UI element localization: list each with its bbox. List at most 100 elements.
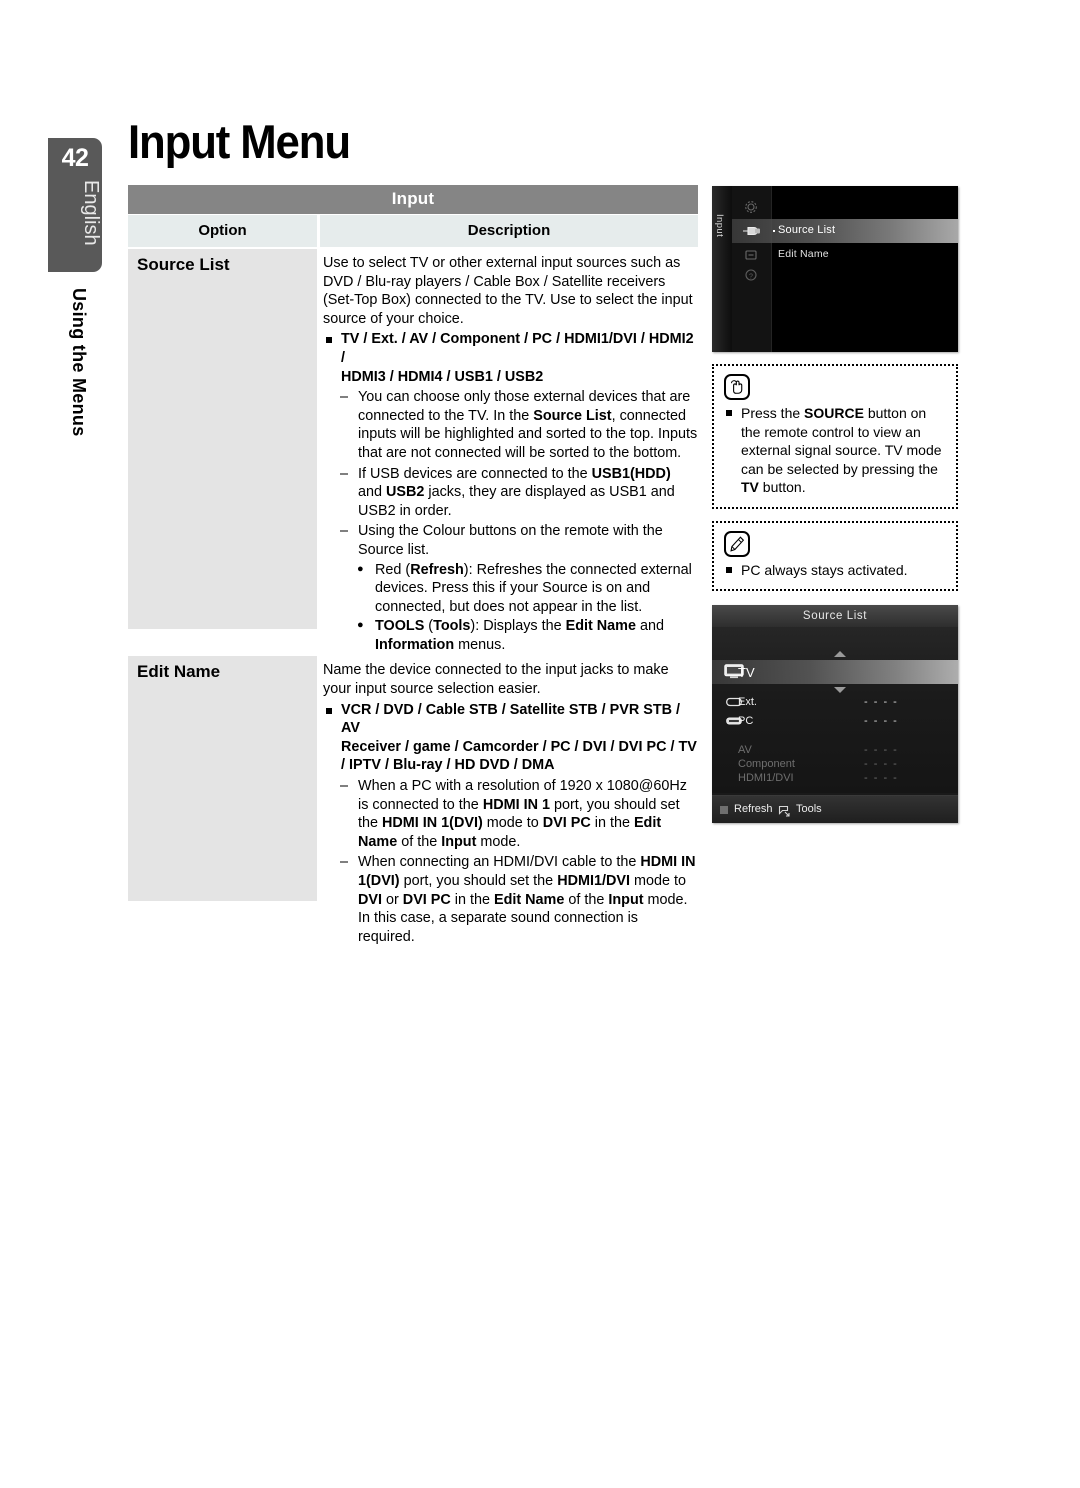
desc-dot-item: Red (Refresh): Refreshes the connected e…: [323, 560, 698, 617]
osd-input-menu-screenshot: Input ? Source List Edit Name: [712, 186, 958, 352]
desc-intro: Use to select TV or other external input…: [323, 255, 693, 327]
r2dash2-g: or: [382, 891, 403, 908]
table-header-row: Option Description: [128, 215, 698, 247]
r2dash1-d: HDMI IN 1(DVI): [382, 815, 483, 832]
question-icon: ?: [740, 266, 762, 284]
r2dash2-h: DVI PC: [402, 891, 451, 908]
r2dash2-f: DVI: [358, 891, 382, 908]
dot2-a: TOOLS: [375, 618, 425, 635]
chevron-up-icon[interactable]: [834, 651, 846, 657]
r2dash2-d: HDMI1/DVI: [557, 873, 630, 889]
square-line-2: HDMI3 / HDMI4 / USB1 / USB2: [341, 368, 544, 385]
table-title: Input: [128, 185, 698, 214]
osd-highlight-bar: [732, 219, 958, 243]
dash2-d: USB2: [386, 484, 425, 501]
dot2-c: Tools: [433, 618, 471, 635]
square-line-2: Receiver / game / Camcorder / PC / DVI /…: [341, 738, 697, 755]
osd-source-list-screenshot: Source List TV Ext. - - - - PC - - - - A…: [712, 605, 958, 823]
svg-text:?: ?: [749, 274, 753, 281]
dot1-a: Red (: [375, 561, 411, 578]
osd2-title: Source List: [712, 605, 958, 627]
page-side-tab: 42 English: [48, 138, 102, 272]
dot1-b: Refresh: [410, 561, 464, 578]
dot2-e: Edit Name: [565, 618, 636, 635]
osd-left-rail: [712, 186, 732, 352]
osd2-row-label[interactable]: PC: [738, 715, 753, 727]
note-box-source-button: Press the SOURCE button on the remote co…: [712, 364, 958, 509]
r2dash2-c: port, you should set the: [399, 873, 558, 889]
dash2-a: If USB devices are connected to the: [358, 465, 592, 482]
header-option: Option: [128, 215, 317, 247]
chevron-down-icon[interactable]: [834, 687, 846, 693]
osd-vertical-label: Input: [714, 214, 725, 238]
header-description: Description: [320, 215, 698, 247]
dash1-b: Source List: [533, 407, 612, 424]
osd2-row-value: - - - -: [864, 696, 899, 708]
desc-dot-item: TOOLS (Tools): Displays the Edit Name an…: [323, 616, 698, 654]
desc-dash-item: If USB devices are connected to the USB1…: [323, 465, 698, 521]
osd2-row-value: - - - -: [864, 744, 899, 756]
manual-page: 42 English Using the Menus Input Menu In…: [0, 0, 1080, 1488]
section-label: Using the Menus: [69, 288, 89, 437]
note1-b: SOURCE: [804, 405, 864, 421]
red-button-icon: [720, 806, 728, 814]
desc-square-item: TV / Ext. / AV / Component / PC / HDMI1/…: [323, 330, 698, 386]
tag-icon: [740, 246, 762, 264]
right-illustration-column: Input ? Source List Edit Name Press the …: [712, 186, 958, 823]
dot2-g: Information: [375, 636, 455, 653]
osd2-refresh-label[interactable]: Refresh: [734, 803, 773, 815]
r2dash1-g: in the: [590, 815, 634, 832]
desc-square-item: VCR / DVD / Cable STB / Satellite STB / …: [323, 701, 698, 775]
plug-icon: [740, 222, 762, 240]
osd2-row-label[interactable]: AV: [738, 744, 752, 756]
pencil-note-icon: [724, 530, 750, 557]
hand-press-icon: [724, 374, 750, 400]
r2dash1-k: mode.: [476, 833, 521, 850]
r2dash2-l: Input: [608, 891, 644, 908]
tools-icon: [778, 804, 791, 817]
osd2-tools-label[interactable]: Tools: [796, 803, 822, 815]
option-source-list: Source List: [128, 249, 317, 629]
osd2-row-label[interactable]: HDMI1/DVI: [738, 772, 794, 784]
r2dash2-a: When connecting an HDMI/DVI cable to the: [358, 854, 641, 871]
r2dash2-j: Edit Name: [493, 891, 565, 908]
note1-d: TV: [741, 479, 759, 495]
osd2-row-label[interactable]: Ext.: [738, 696, 757, 708]
description-edit-name: Name the device connected to the input j…: [320, 656, 698, 946]
description-source-list: Use to select TV or other external input…: [320, 249, 698, 654]
osd-item-source-list[interactable]: Source List: [778, 224, 835, 236]
r2dash1-e: mode to: [482, 815, 543, 832]
osd-item-edit-name[interactable]: Edit Name: [778, 248, 829, 260]
osd2-row-value: - - - -: [864, 772, 899, 784]
dot2-b: (: [424, 618, 434, 635]
desc-dash-item: When connecting an HDMI/DVI cable to the…: [323, 853, 698, 946]
osd2-row-value: - - - -: [864, 715, 899, 727]
desc-intro: Name the device connected to the input j…: [323, 662, 669, 698]
osd-selection-dot: [773, 230, 775, 232]
page-number: 42: [61, 144, 89, 172]
r2dash1-b: HDMI IN 1: [482, 796, 550, 813]
dot2-h: menus.: [454, 636, 506, 653]
note-text: Press the SOURCE button on the remote co…: [724, 404, 946, 497]
page-title: Input Menu: [128, 115, 351, 168]
note1-a: Press the: [741, 405, 805, 421]
r2dash1-f: DVI PC: [542, 815, 591, 832]
r2dash1-i: of the: [397, 833, 442, 850]
dot2-d: ): Displays the: [470, 618, 566, 635]
r2dash1-j: Input: [441, 833, 477, 850]
osd2-body: TV Ext. - - - - PC - - - - AV - - - - Co…: [712, 627, 958, 793]
desc-dash-item: Using the Colour buttons on the remote w…: [323, 522, 698, 559]
osd2-row-label[interactable]: Component: [738, 758, 795, 770]
desc-dash-item: You can choose only those external devic…: [323, 388, 698, 462]
osd2-selected-row[interactable]: TV: [738, 665, 755, 680]
r2dash2-k: of the: [564, 891, 609, 908]
dot2-f: and: [635, 618, 664, 635]
square-line-1: VCR / DVD / Cable STB / Satellite STB / …: [341, 701, 681, 737]
r2dash2-e: mode to: [629, 873, 686, 889]
osd2-row-value: - - - -: [864, 758, 899, 770]
osd2-footer: Refresh Tools: [712, 795, 958, 823]
note1-e: button.: [758, 479, 806, 495]
table-row: Edit Name Name the device connected to t…: [128, 656, 698, 946]
square-line-3: / IPTV / Blu-ray / HD DVD / DMA: [341, 757, 555, 774]
dash2-b: USB1(HDD): [591, 465, 671, 482]
